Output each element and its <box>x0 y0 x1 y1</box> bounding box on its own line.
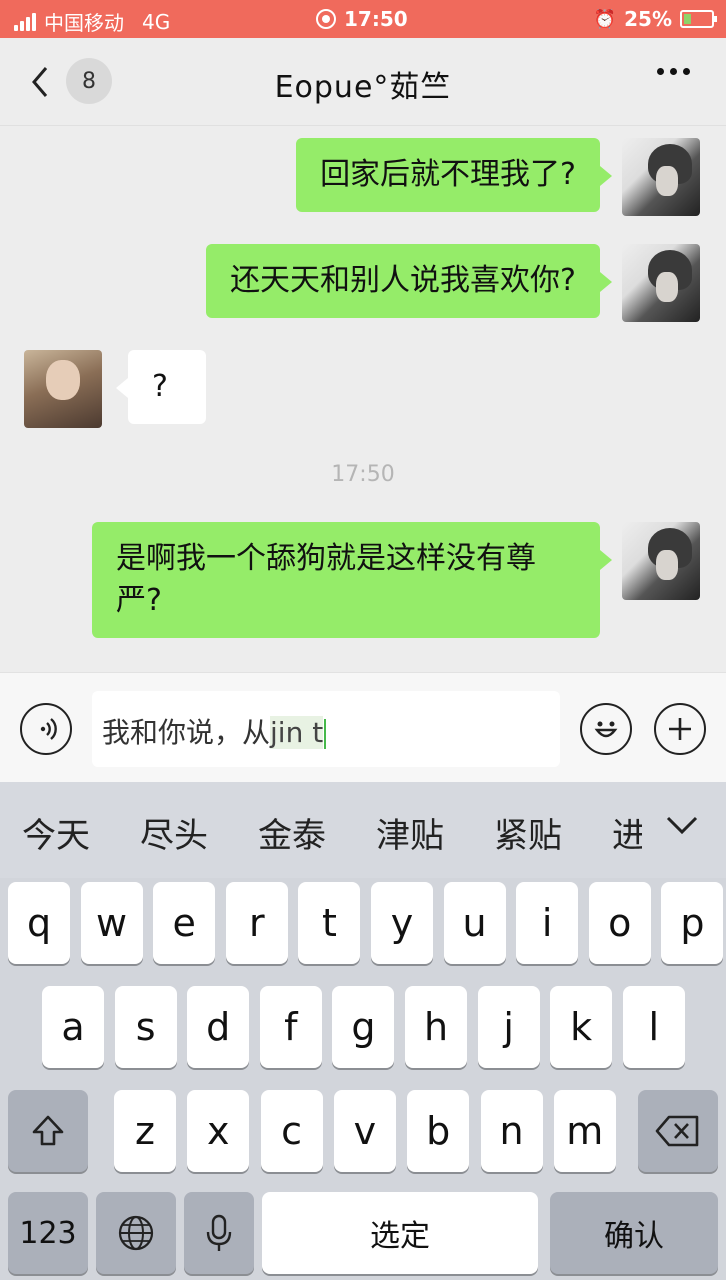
message-bubble[interactable]: 回家后就不理我了? <box>296 138 612 212</box>
message-input[interactable]: 我和你说，从jin t <box>92 691 560 767</box>
alarm-icon: ⏰ <box>593 8 617 30</box>
network-label: 4G <box>142 9 171 34</box>
key-z[interactable]: z <box>114 1090 176 1172</box>
confirm-key[interactable]: 确认 <box>550 1192 718 1274</box>
carrier-label: 中国移动 <box>44 11 124 35</box>
key-d[interactable]: d <box>187 986 250 1068</box>
key-x[interactable]: x <box>187 1090 250 1172</box>
status-time: 17:50 <box>344 7 408 31</box>
my-avatar[interactable] <box>622 138 700 216</box>
my-avatar[interactable] <box>622 244 700 322</box>
emoji-button[interactable] <box>580 703 632 755</box>
candidate-word[interactable]: 紧贴 <box>494 808 562 857</box>
key-p[interactable]: p <box>661 882 724 964</box>
key-u[interactable]: u <box>443 882 506 964</box>
key-t[interactable]: t <box>298 882 361 964</box>
key-n[interactable]: n <box>480 1090 543 1172</box>
my-avatar[interactable] <box>622 522 700 600</box>
microphone-key[interactable] <box>184 1192 254 1274</box>
chat-title: Eopue°茹竺 <box>274 70 452 105</box>
candidate-word[interactable]: 津贴 <box>376 808 444 857</box>
plus-button[interactable] <box>654 703 706 755</box>
battery-icon <box>680 10 717 28</box>
candidate-word[interactable]: 今天 <box>22 808 90 857</box>
voice-button[interactable] <box>20 703 72 755</box>
input-composing-text: jin t <box>270 716 324 749</box>
chat-header: 8 Eopue°茹竺 <box>0 38 726 126</box>
message-bubble[interactable]: 是啊我一个舔狗就是这样没有尊严? <box>92 522 612 638</box>
space-key[interactable]: 选定 <box>262 1192 538 1274</box>
candidate-bar: 今天 尽头 金泰 津贴 紧贴 进 <box>0 782 726 878</box>
backspace-key[interactable] <box>638 1090 718 1172</box>
contact-avatar[interactable] <box>24 350 102 428</box>
keyboard: 今天 尽头 金泰 津贴 紧贴 进 qwertyuiop asdfghjkl zxcv… <box>0 782 726 1280</box>
key-c[interactable]: c <box>260 1090 323 1172</box>
key-s[interactable]: s <box>114 986 177 1068</box>
emoji-icon <box>594 721 618 738</box>
message-timestamp: 17:50 <box>331 462 395 487</box>
key-f[interactable]: f <box>259 986 322 1068</box>
key-i[interactable]: i <box>516 882 579 964</box>
candidate-word[interactable]: 进 <box>612 808 642 857</box>
key-k[interactable]: k <box>550 986 613 1068</box>
backspace-icon <box>655 1115 699 1147</box>
battery-percent: 25% <box>624 7 672 31</box>
key-e[interactable]: e <box>153 882 216 964</box>
input-committed-text: 我和你说，从 <box>102 716 271 749</box>
message-bubble[interactable]: ? <box>116 350 206 424</box>
globe-icon <box>118 1215 154 1251</box>
status-bar: 中国移动 4G 17:50 ⏰ 25% <box>0 0 726 38</box>
key-b[interactable]: b <box>407 1090 470 1172</box>
key-m[interactable]: m <box>553 1090 616 1172</box>
candidate-word[interactable]: 金泰 <box>258 808 326 857</box>
message-list[interactable]: 回家后就不理我了? 还天天和别人说我喜欢你? ? 17:50 是啊我一个舔狗就是… <box>0 126 726 672</box>
collapse-chevron-icon[interactable] <box>664 810 700 840</box>
key-g[interactable]: g <box>332 986 395 1068</box>
key-v[interactable]: v <box>333 1090 396 1172</box>
shift-icon <box>32 1115 64 1146</box>
key-r[interactable]: r <box>225 882 288 964</box>
key-q[interactable]: q <box>8 882 70 964</box>
signal-icon <box>14 12 36 31</box>
key-w[interactable]: w <box>80 882 143 964</box>
numbers-key[interactable]: 123 <box>8 1192 88 1274</box>
more-icon[interactable] <box>657 68 690 75</box>
microphone-icon <box>206 1214 232 1251</box>
globe-key[interactable] <box>96 1192 176 1274</box>
message-bubble[interactable]: 还天天和别人说我喜欢你? <box>206 244 612 318</box>
key-j[interactable]: j <box>477 986 540 1068</box>
plus-icon <box>669 718 691 740</box>
candidate-word[interactable]: 尽头 <box>140 808 208 857</box>
key-h[interactable]: h <box>405 986 467 1068</box>
key-o[interactable]: o <box>588 882 651 964</box>
voice-icon <box>40 718 57 740</box>
text-caret <box>324 719 327 749</box>
input-bar: 我和你说，从jin t <box>0 672 726 782</box>
key-a[interactable]: a <box>42 986 104 1068</box>
shift-key[interactable] <box>8 1090 88 1172</box>
key-l[interactable]: l <box>622 986 685 1068</box>
timer-icon <box>316 9 336 29</box>
key-y[interactable]: y <box>371 882 433 964</box>
